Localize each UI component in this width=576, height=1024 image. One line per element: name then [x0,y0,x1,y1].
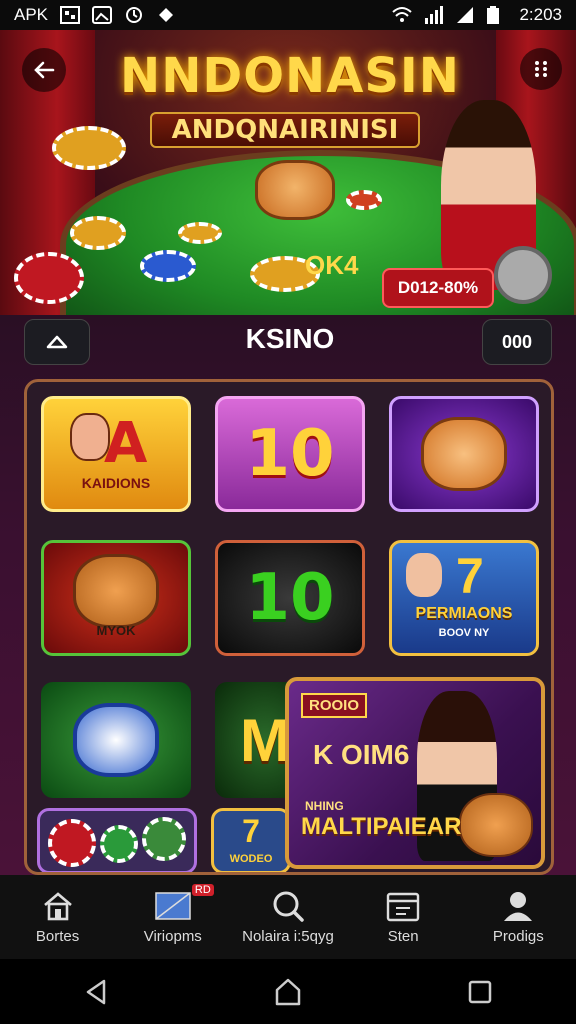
home-icon [40,890,76,922]
video-icon [155,890,191,922]
nav-videos[interactable]: RD Viriopms [118,883,228,945]
character-icon [406,553,442,597]
nav-badge: RD [191,883,214,896]
status-bar: APK 2:203 [0,0,576,30]
game-tile[interactable]: 7 PERMIAONS BOOV NY [389,540,539,656]
game-tile[interactable]: 10 [215,396,365,512]
system-navigation-bar [0,959,576,1024]
system-recents-button[interactable] [450,972,510,1012]
game-title: KAIDIONS [81,475,151,491]
more-menu-button[interactable] [520,48,562,90]
hamster-mascot [255,160,335,220]
nav-search[interactable]: Nolaira i:5qyg [233,890,343,945]
discount-badge[interactable]: D012-80% [382,268,494,308]
nav-label: Bortes [35,927,80,945]
table-text: OK4 [305,250,359,280]
profile-icon [500,890,536,922]
system-home-button[interactable] [258,972,318,1012]
battery-icon [487,6,507,24]
chip-icon [100,825,138,863]
nav-label: Viriopms [143,927,202,945]
nav-profile[interactable]: Prodigs [463,890,573,945]
game-title: 10 [245,417,335,491]
game-tile[interactable] [37,808,197,872]
game-title: M [240,706,290,774]
roulette-icon [494,246,552,304]
game-tile[interactable]: MYOK [41,540,191,656]
chip [346,190,382,210]
game-tile[interactable]: A KAIDIONS [41,396,191,512]
nav-label: Prodigs [492,927,544,945]
search-icon [270,890,306,922]
nav-label: Sten [387,927,419,945]
chip-stack [52,126,126,170]
letter-a-icon: A [104,411,148,476]
back-triangle-icon [86,979,106,1004]
nav-home[interactable]: Bortes [3,890,113,945]
promo-headline: K OIM6 [313,739,410,770]
arrow-left-icon [34,61,55,79]
bear-face-icon [421,417,507,491]
hero-title: NNDONASIN [120,48,460,104]
bottom-navigation: Bortes RD Viriopms Nolaira i:5qyg Sten P… [0,875,576,959]
game-tile[interactable] [389,396,539,512]
section-filter-button[interactable]: 000 [482,319,552,365]
collapse-button[interactable] [24,319,90,365]
game-title: PERMIAONS [415,605,513,622]
signal-icon [423,6,444,24]
system-back-button[interactable] [66,972,126,1012]
qr-icon [60,6,81,24]
game-subtitle: BOOV NY [438,627,490,639]
wolf-face-icon [73,703,159,777]
hero-banner: OK4 NNDONASIN ANDQNAIRINISI D012-80% [0,30,576,315]
more-dots-icon [535,61,547,77]
game-title: MYOK [96,623,136,638]
bear-face-icon [73,554,159,628]
seven-icon: 7 [456,548,484,604]
back-button[interactable] [22,48,66,92]
chip [140,250,196,282]
hero-subtitle: ANDQNAIRINISI [150,112,420,148]
nav-calendar[interactable]: Sten [348,890,458,945]
chip [70,216,126,250]
nav-label: Nolaira i:5qyg [242,927,334,945]
image-icon [92,6,113,24]
game-tile[interactable] [41,682,191,798]
sync-icon [124,6,144,24]
game-subtitle: WODEO [229,853,273,865]
chip [14,252,84,304]
chevron-up-icon [46,335,68,349]
seven-icon: 7 [242,813,260,849]
calendar-icon [385,890,421,922]
game-tile[interactable]: 7 WODEO [211,808,291,872]
promo-tag: ROOIO [301,693,368,718]
bear-mascot-icon [459,793,533,857]
chip-icon [48,819,96,867]
wifi-icon [391,6,413,24]
recents-square-icon [468,980,492,1003]
chip-icon [142,817,186,861]
promo-title: MALTIPAIEAR [301,813,462,840]
signal-2-icon [455,6,475,24]
section-title: KSINO [245,323,335,354]
carrier-label: APK [14,5,49,24]
clock: 2:203 [519,5,562,24]
promo-card[interactable]: ROOIO K OIM6 NHING MALTIPAIEAR [285,677,545,869]
chip [178,222,222,244]
diamond-icon [156,6,176,24]
promo-caption: NHING [305,799,344,813]
game-tile[interactable]: 10 [215,540,365,656]
game-title: 10 [245,561,335,635]
home-outline-icon [275,978,301,1005]
